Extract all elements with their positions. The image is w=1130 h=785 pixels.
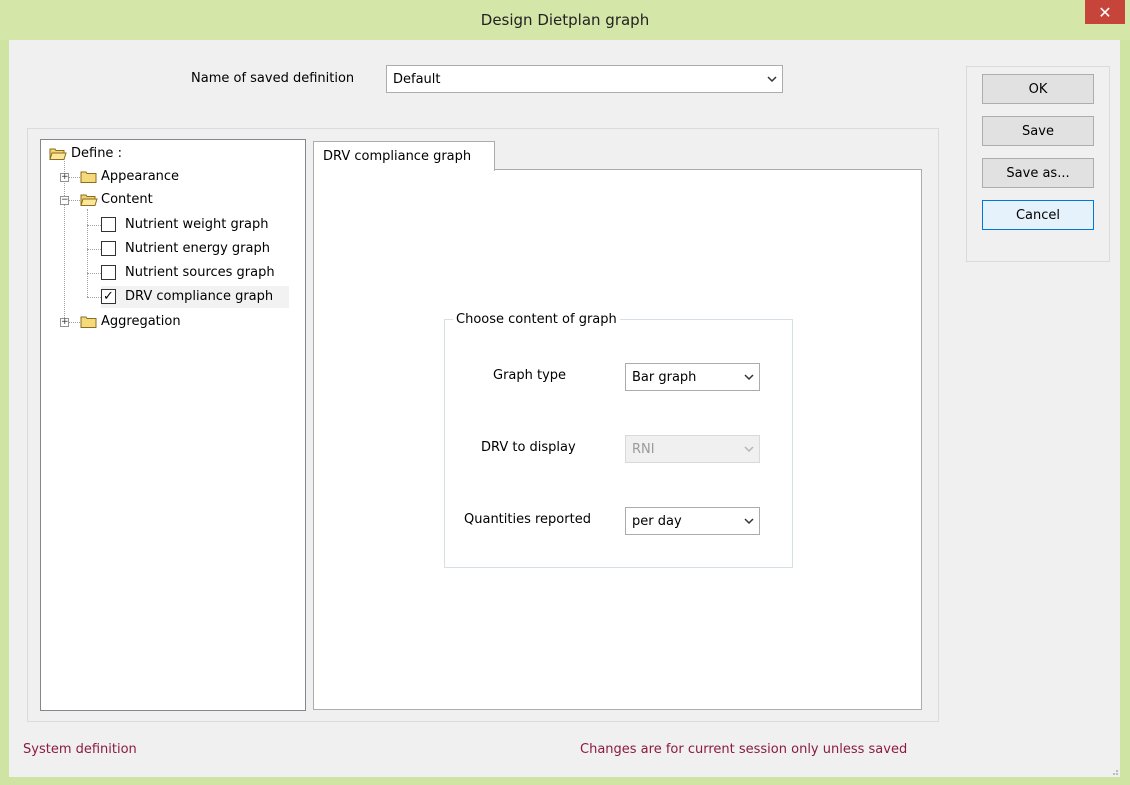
- graph-type-select[interactable]: Bar graph: [625, 363, 760, 391]
- tree-line: [87, 209, 88, 297]
- tree-label-appearance: Appearance: [101, 169, 180, 184]
- chevron-down-icon: [762, 66, 782, 92]
- open-folder-icon: [80, 193, 98, 211]
- tree-item-nutrient-weight-graph[interactable]: Nutrient weight graph: [101, 214, 291, 236]
- chevron-down-icon: [739, 364, 759, 390]
- chevron-down-icon: [739, 508, 759, 534]
- drv-value: RNI: [632, 441, 655, 457]
- tab-label: DRV compliance graph: [323, 149, 472, 164]
- save-button[interactable]: Save: [982, 116, 1094, 146]
- tab-drv-compliance-graph[interactable]: DRV compliance graph: [313, 141, 495, 171]
- tree-item-drv-compliance-graph[interactable]: ✓ DRV compliance graph: [101, 286, 289, 308]
- title-bar[interactable]: Design Dietplan graph ✕: [0, 0, 1130, 40]
- dialog-client: Name of saved definition Default OK Save…: [9, 40, 1120, 777]
- checkbox-checked[interactable]: ✓: [101, 289, 116, 304]
- tree-line: [68, 177, 80, 178]
- checkbox[interactable]: [101, 265, 116, 280]
- folder-icon: [80, 315, 98, 333]
- tree-line: [87, 249, 101, 250]
- tree-label-aggregation: Aggregation: [101, 314, 181, 329]
- group-title: Choose content of graph: [453, 312, 620, 327]
- tree-label: Nutrient energy graph: [125, 241, 270, 256]
- ok-button[interactable]: OK: [982, 74, 1094, 104]
- tree-label-content: Content: [101, 192, 153, 207]
- definition-label: Name of saved definition: [191, 71, 355, 86]
- folder-icon: [80, 170, 98, 188]
- graph-type-label: Graph type: [493, 368, 567, 383]
- quantities-value: per day: [632, 513, 682, 529]
- status-system-definition: System definition: [23, 742, 137, 757]
- resize-grip-icon[interactable]: [1109, 766, 1119, 779]
- definition-value: Default: [393, 71, 441, 87]
- tree-item-nutrient-energy-graph[interactable]: Nutrient energy graph: [101, 238, 291, 260]
- quantities-select[interactable]: per day: [625, 507, 760, 535]
- checkbox[interactable]: [101, 241, 116, 256]
- check-icon: ✓: [103, 289, 114, 304]
- definition-tree[interactable]: Define : + Appearance − Content Nutrient…: [40, 139, 306, 711]
- tree-label-define: Define :: [71, 146, 122, 161]
- checkbox[interactable]: [101, 217, 116, 232]
- expand-appearance-icon[interactable]: +: [60, 173, 69, 182]
- close-icon: ✕: [1098, 2, 1112, 22]
- graph-type-value: Bar graph: [632, 369, 697, 385]
- tree-label: Nutrient weight graph: [125, 217, 269, 232]
- tree-line: [68, 200, 80, 201]
- drv-select: RNI: [625, 435, 760, 463]
- tree-line: [87, 273, 101, 274]
- cancel-button[interactable]: Cancel: [982, 200, 1094, 230]
- tree-line: [87, 225, 101, 226]
- tree-line: [68, 322, 80, 323]
- tree-line: [64, 161, 65, 320]
- window-title: Design Dietplan graph: [480, 11, 650, 29]
- status-session-note: Changes are for current session only unl…: [580, 742, 908, 757]
- quantities-label: Quantities reported: [464, 512, 591, 527]
- open-folder-icon: [49, 147, 67, 165]
- definition-select[interactable]: Default: [386, 65, 783, 93]
- tree-label: DRV compliance graph: [125, 289, 274, 304]
- chevron-down-icon: [739, 436, 759, 462]
- close-button[interactable]: ✕: [1085, 0, 1125, 24]
- tree-line: [87, 297, 101, 298]
- collapse-content-icon[interactable]: −: [60, 196, 69, 205]
- save-as-button[interactable]: Save as...: [982, 158, 1094, 188]
- tree-item-nutrient-sources-graph[interactable]: Nutrient sources graph: [101, 262, 291, 284]
- drv-label: DRV to display: [481, 440, 576, 455]
- tree-label: Nutrient sources graph: [125, 265, 275, 280]
- expand-aggregation-icon[interactable]: +: [60, 318, 69, 327]
